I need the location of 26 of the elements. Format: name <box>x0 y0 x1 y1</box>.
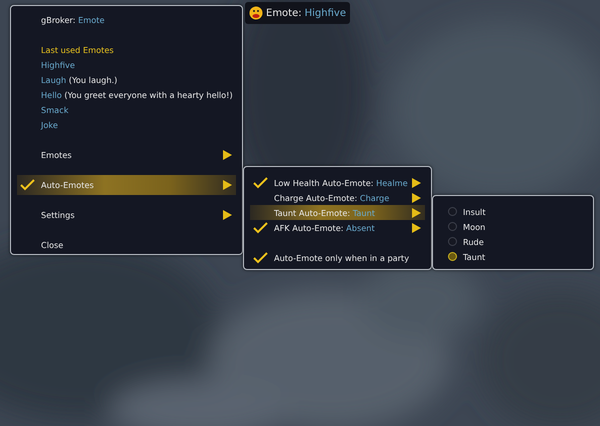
radio-button[interactable] <box>448 207 457 216</box>
radio-button[interactable] <box>448 237 457 246</box>
menu-item[interactable]: AFK Auto-Emote: Absent <box>250 220 425 235</box>
menu-item[interactable]: Auto-Emotes <box>17 175 236 195</box>
radio-option[interactable]: Taunt <box>439 249 587 264</box>
recent-emote-item[interactable]: Hello (You greet everyone with a hearty hello!) <box>17 87 236 102</box>
menu-item[interactable]: Emotes <box>17 145 236 165</box>
recent-emote-item[interactable]: Highfive <box>17 57 236 72</box>
radio-option[interactable]: Insult <box>439 204 587 219</box>
menu-title: gBroker: Emote <box>40 14 106 27</box>
section-header: Last used Emotes <box>40 44 115 56</box>
recent-emote-item[interactable]: Smack <box>17 102 236 117</box>
menu-item[interactable]: Charge Auto-Emote: Charge <box>250 190 425 205</box>
menu-item[interactable]: Low Health Auto-Emote: Healme <box>250 175 425 190</box>
recent-emote-item[interactable]: Joke <box>17 117 236 132</box>
recent-emote-item[interactable]: Laugh (You laugh.) <box>17 72 236 87</box>
menu-item[interactable]: Settings <box>17 205 236 225</box>
menu-item[interactable]: Auto-Emote only when in a party <box>250 250 425 265</box>
radio-option[interactable]: Rude <box>439 234 587 249</box>
smiley-icon <box>249 6 263 20</box>
radio-option[interactable]: Moon <box>439 219 587 234</box>
radio-button[interactable] <box>448 252 457 261</box>
broker-label[interactable]: Emote: Highfive <box>245 2 350 24</box>
radio-button[interactable] <box>448 222 457 231</box>
menu-item[interactable]: Taunt Auto-Emote: Taunt <box>250 205 425 220</box>
menu-item[interactable]: Close <box>17 235 236 255</box>
